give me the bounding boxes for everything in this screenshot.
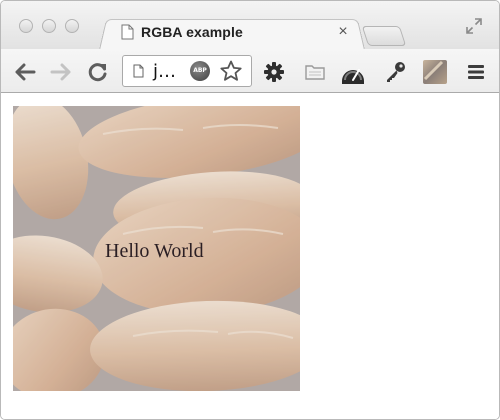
gear-icon — [264, 62, 284, 82]
page-content: Hello World — [1, 94, 499, 419]
tab-close-icon[interactable]: × — [335, 22, 351, 42]
title-bar: RGBA example × — [1, 1, 499, 50]
minimize-window-button[interactable] — [42, 19, 56, 33]
reload-button[interactable] — [85, 59, 111, 85]
address-bar[interactable]: j… ABP — [122, 55, 252, 87]
tab-title: RGBA example — [141, 24, 243, 40]
reload-icon — [88, 63, 107, 82]
back-button[interactable] — [12, 59, 38, 85]
page-icon — [133, 64, 144, 78]
zoom-window-button[interactable] — [65, 19, 79, 33]
fullscreen-icon[interactable] — [466, 18, 482, 34]
browser-window: RGBA example × j… ABP Hello World — [0, 0, 500, 420]
image-extension-button[interactable] — [422, 59, 448, 85]
new-tab-button[interactable] — [361, 26, 407, 46]
hello-world-text: Hello World — [105, 240, 204, 262]
page-icon — [121, 24, 134, 40]
key-icon — [387, 62, 405, 82]
menu-button[interactable] — [463, 59, 489, 85]
speedometer-icon — [342, 69, 364, 84]
image-thumbnail-icon — [423, 60, 447, 84]
hamburger-menu-icon — [468, 65, 484, 79]
back-arrow-icon — [15, 63, 36, 81]
settings-button[interactable] — [261, 59, 287, 85]
bread-background-image: Hello World — [13, 106, 300, 391]
adblock-badge-icon[interactable]: ABP — [190, 61, 210, 81]
key-extension-button[interactable] — [383, 59, 409, 85]
folder-icon — [305, 65, 325, 80]
address-text[interactable]: j… — [153, 61, 176, 82]
tab-content: RGBA example × — [115, 21, 359, 47]
speed-extension-button[interactable] — [340, 59, 366, 85]
forward-button[interactable] — [48, 59, 74, 85]
toolbar: j… ABP — [1, 49, 499, 93]
forward-arrow-icon — [50, 63, 71, 81]
folder-button[interactable] — [302, 59, 328, 85]
star-icon[interactable] — [219, 59, 243, 83]
close-window-button[interactable] — [19, 19, 33, 33]
